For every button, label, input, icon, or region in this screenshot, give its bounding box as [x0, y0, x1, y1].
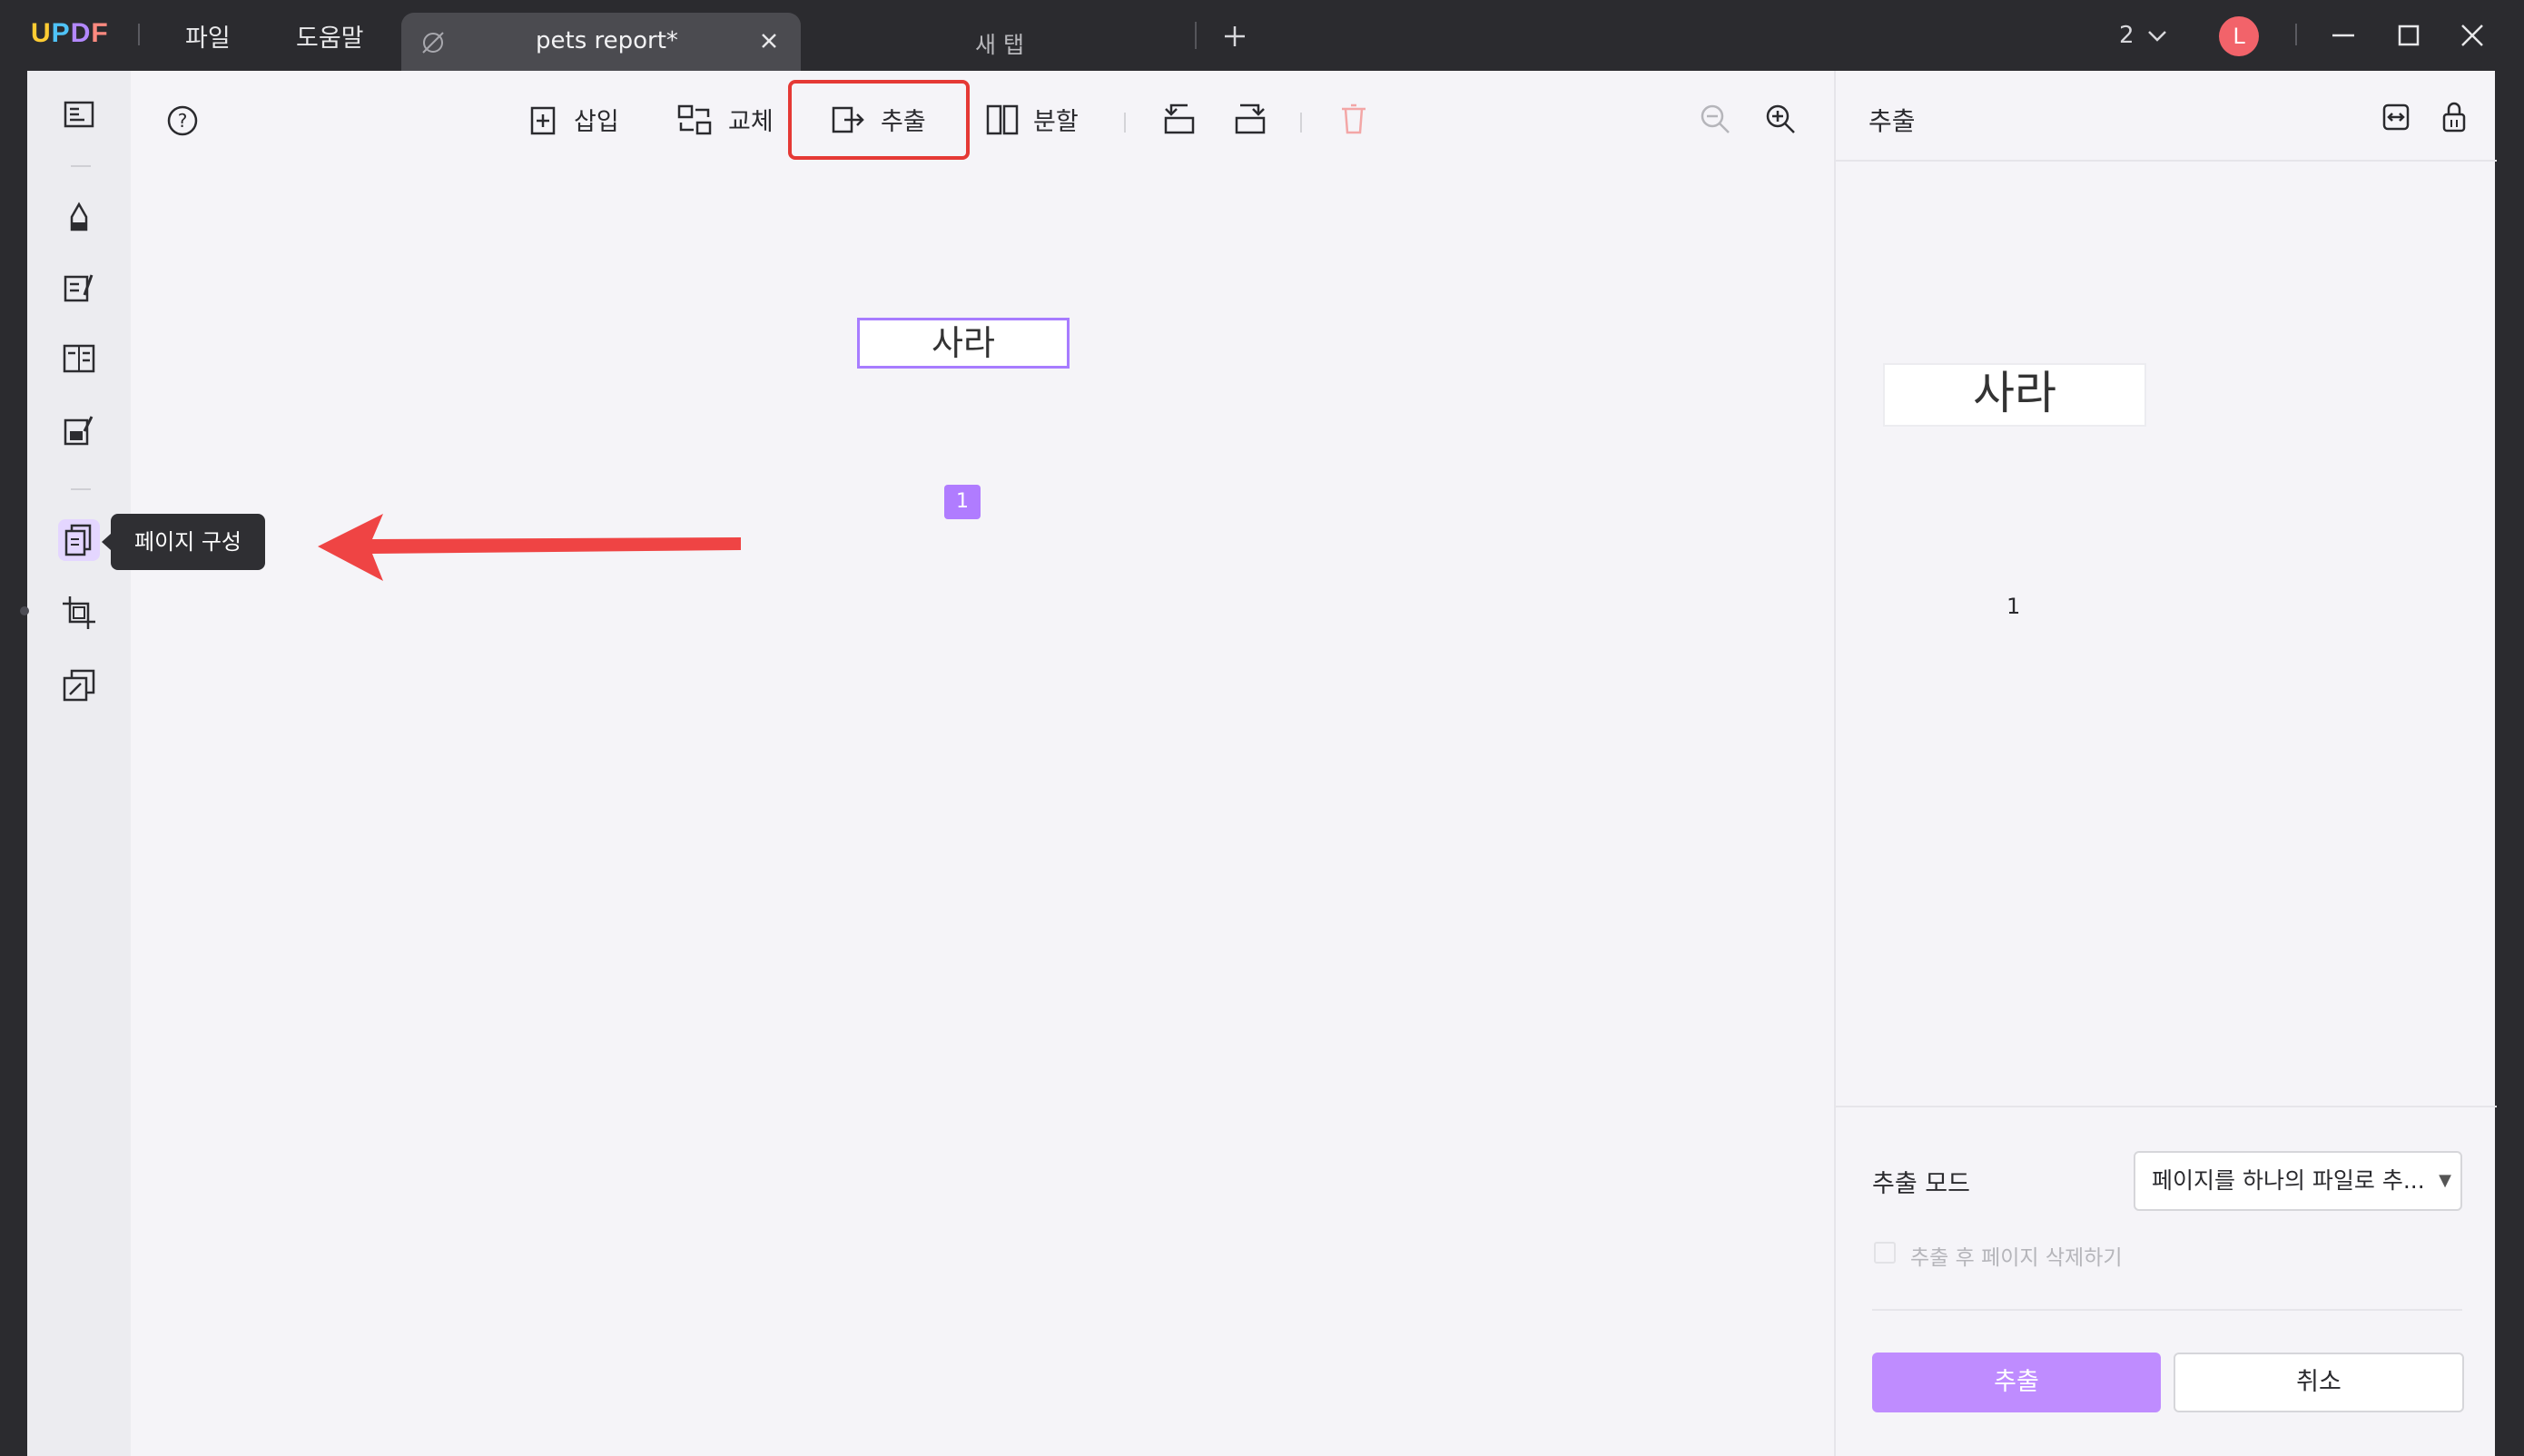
close-tab-icon[interactable] [757, 29, 781, 56]
reader-icon[interactable] [58, 94, 100, 136]
panel-button-divider [1872, 1309, 2462, 1311]
cloud-off-icon [419, 29, 447, 60]
thumbnail-handwriting: 사라 [1973, 367, 2056, 419]
fit-width-icon[interactable] [2381, 102, 2411, 136]
extract-page-thumbnail[interactable]: 사라 [1883, 363, 2146, 427]
replace-label: 교체 [728, 108, 774, 136]
page-thumbnail[interactable]: 사라 [857, 318, 1070, 369]
thumbnail-page-number: 1 [2006, 594, 2021, 619]
avatar[interactable]: L [2219, 16, 2259, 56]
thumbnail-handwriting-text: 사라 [1973, 367, 2056, 419]
crop-icon[interactable] [58, 592, 100, 634]
help-icon[interactable]: ? [165, 103, 200, 138]
title-divider [138, 24, 140, 45]
dropdown-caret-icon: ▼ [2439, 1171, 2451, 1190]
tools-icon[interactable] [58, 664, 100, 706]
title-divider-right [2295, 24, 2297, 45]
window-count-value: 2 [2119, 22, 2135, 49]
title-bar: UPDF 파일 도움말 pets report* 새 탭 2 L [0, 0, 2524, 71]
page-number-badge: 1 [944, 485, 981, 519]
split-button[interactable]: 분할 [984, 102, 1079, 137]
toolbar-separator [1124, 113, 1126, 133]
extract-icon [832, 106, 864, 133]
active-indicator [20, 606, 29, 615]
updf-logo: UPDF [31, 18, 109, 48]
tab-new[interactable]: 새 탭 [975, 27, 1024, 60]
toolbar-separator [1300, 113, 1302, 133]
panel-header-divider [1836, 160, 2497, 162]
tab-divider [1195, 22, 1197, 49]
minimize-icon[interactable] [2330, 22, 2357, 53]
window-count[interactable]: 2 [2119, 22, 2167, 49]
insert-page-icon [530, 106, 556, 134]
insert-button[interactable]: 삽입 [527, 102, 619, 137]
panel-footer-divider [1836, 1106, 2497, 1107]
extract-confirm-button[interactable]: 추출 [1872, 1353, 2161, 1412]
replace-icon [677, 104, 712, 134]
left-sidebar [20, 71, 131, 1456]
handwriting-sara: 사라 [932, 323, 995, 363]
lock-icon[interactable] [2439, 100, 2470, 136]
rotate-left-icon[interactable] [1160, 102, 1197, 136]
svg-text:?: ? [178, 110, 188, 132]
split-label: 분할 [1033, 108, 1079, 136]
extract-button[interactable]: 추출 [828, 102, 926, 137]
extract-mode-label: 추출 모드 [1872, 1170, 1970, 1198]
sidebar-separator [71, 488, 91, 490]
replace-button[interactable]: 교체 [675, 102, 774, 137]
zoom-in-icon[interactable] [1763, 102, 1798, 136]
organize-pages-icon[interactable] [58, 519, 100, 561]
edit-icon[interactable] [58, 267, 100, 309]
sidebar-separator [71, 165, 91, 167]
form-icon[interactable] [58, 338, 100, 379]
menu-help[interactable]: 도움말 [296, 18, 364, 54]
chevron-down-icon [2147, 31, 2166, 42]
menu-file[interactable]: 파일 [185, 18, 231, 54]
ocr-icon[interactable] [58, 410, 100, 452]
extract-mode-select[interactable]: 페이지를 하나의 파일로 추... ▼ [2134, 1151, 2462, 1211]
red-arrow-annotation [318, 514, 741, 581]
cancel-button[interactable]: 취소 [2174, 1353, 2464, 1412]
comment-icon[interactable] [58, 196, 100, 238]
extract-mode-value: 페이지를 하나의 파일로 추... [2152, 1167, 2425, 1194]
zoom-out-icon[interactable] [1698, 102, 1732, 136]
add-tab-icon[interactable] [1222, 24, 1247, 53]
tab-pets-report[interactable]: pets report* [401, 13, 801, 71]
rotate-right-icon[interactable] [1233, 102, 1269, 136]
insert-label: 삽입 [574, 108, 619, 136]
maximize-icon[interactable] [2395, 22, 2422, 53]
close-window-icon[interactable] [2459, 22, 2486, 53]
handwriting-text: 사라 [932, 323, 995, 363]
split-icon [986, 104, 1019, 134]
panel-title: 추출 [1868, 106, 1916, 136]
delete-after-checkbox[interactable] [1874, 1242, 1896, 1264]
sidebar-tooltip: 페이지 구성 [102, 514, 265, 570]
tab-title: pets report* [536, 27, 678, 54]
extract-label: 추출 [881, 108, 926, 136]
delete-icon[interactable] [1338, 102, 1369, 136]
delete-after-label: 추출 후 페이지 삭제하기 [1910, 1246, 2123, 1270]
extract-panel: 추출 사라 1 추출 모드 페이지를 하나의 파일로 추... ▼ 추출 후 페… [1834, 71, 2497, 1456]
